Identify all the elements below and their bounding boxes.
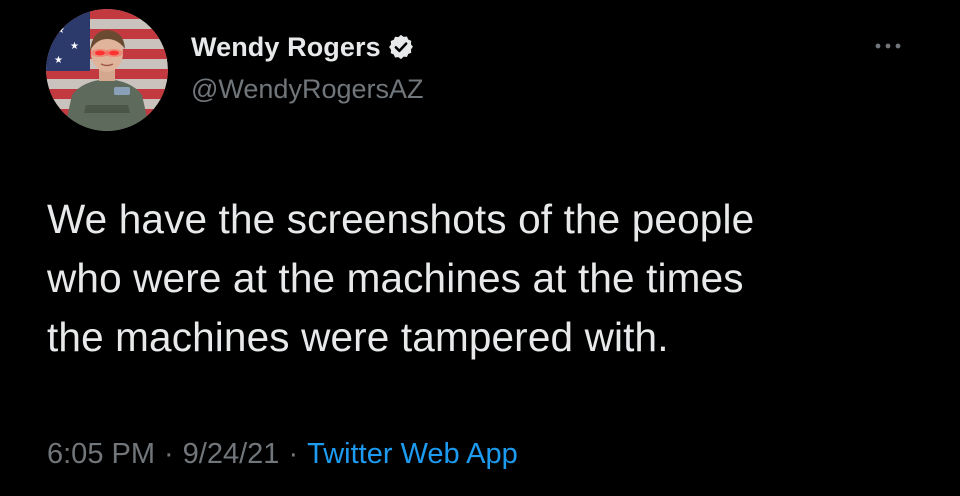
tweet-text: We have the screenshots of the people wh… <box>47 196 755 360</box>
profile-avatar[interactable]: ★ ★ ★ <box>46 9 168 131</box>
verified-badge-icon <box>387 33 415 61</box>
author-display-name[interactable]: Wendy Rogers <box>191 32 381 63</box>
tweet-card: ★ ★ ★ Wendy Rogers @WendyRogersAZ We hav… <box>0 0 960 496</box>
more-options-icon[interactable] <box>870 34 906 58</box>
tweet-date[interactable]: 9/24/21 <box>183 438 280 471</box>
tweet-source-link[interactable]: Twitter Web App <box>307 438 518 471</box>
svg-text:★: ★ <box>70 41 79 52</box>
svg-text:★: ★ <box>56 25 65 36</box>
author-handle[interactable]: @WendyRogersAZ <box>191 74 424 105</box>
meta-separator: · <box>164 438 174 470</box>
author-name-row: Wendy Rogers <box>191 30 415 64</box>
meta-separator: · <box>288 438 299 470</box>
svg-text:★: ★ <box>54 55 63 66</box>
avatar-image: ★ ★ ★ <box>46 9 168 131</box>
tweet-time[interactable]: 6:05 PM <box>47 438 155 471</box>
tweet-meta: 6:05 PM · 9/24/21 · Twitter Web App <box>47 438 518 471</box>
